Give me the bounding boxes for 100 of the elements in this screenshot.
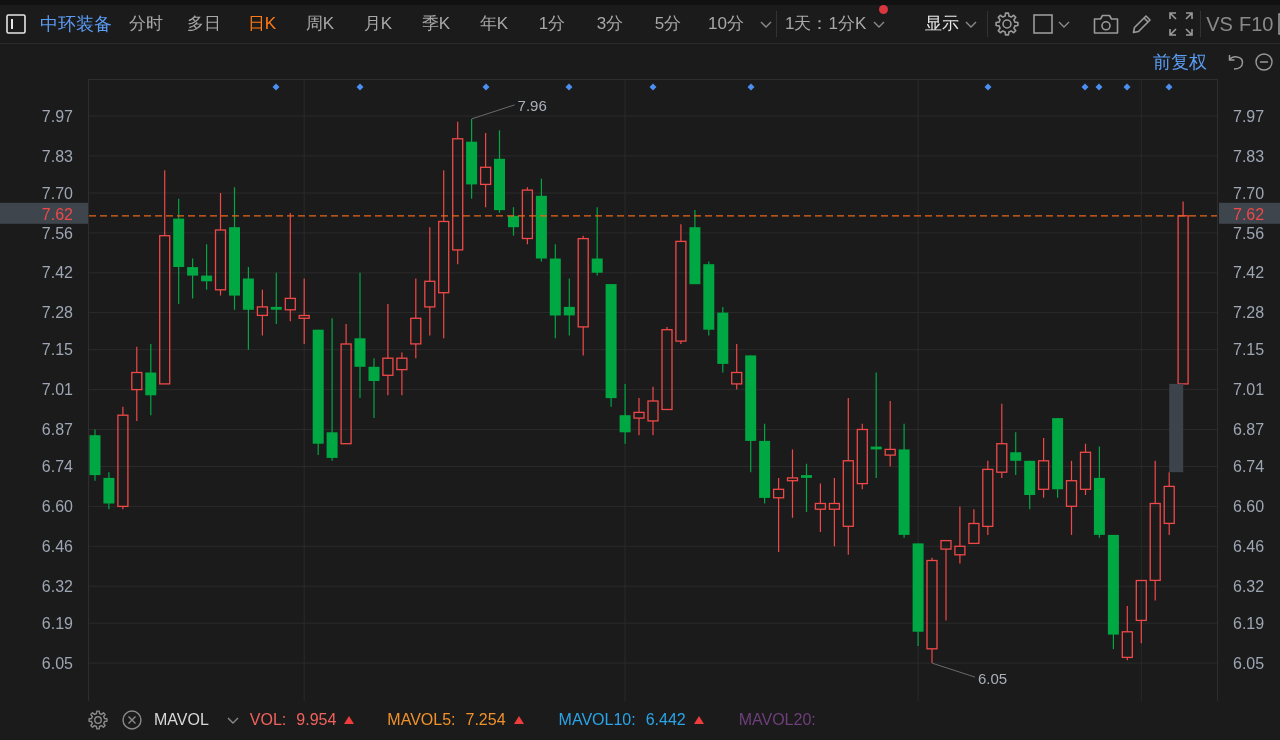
caret-icon[interactable] xyxy=(873,20,886,28)
period-tab[interactable]: 1分 xyxy=(523,14,581,34)
price-axis-label: 7.56 xyxy=(41,224,73,242)
price-axis-label: 6.32 xyxy=(41,577,73,595)
indicator-label: MAVOL10: xyxy=(558,710,636,730)
period-tab[interactable]: 月K xyxy=(349,14,407,34)
rising-candle xyxy=(256,289,269,336)
event-marker-icon[interactable] xyxy=(1095,83,1103,91)
price-axis-label: 7.42 xyxy=(1233,264,1265,282)
settings-icon[interactable] xyxy=(88,710,108,730)
event-marker-icon[interactable] xyxy=(1165,83,1173,91)
square-icon[interactable] xyxy=(1033,14,1054,34)
period-tab[interactable]: 季K xyxy=(407,14,465,34)
event-marker-icon[interactable] xyxy=(482,83,490,91)
falling-candle xyxy=(187,257,199,299)
rising-candle xyxy=(731,343,743,391)
period-tab[interactable]: 周K xyxy=(291,14,349,34)
event-marker-icon[interactable] xyxy=(1123,83,1131,91)
compare-button[interactable]: VS xyxy=(1206,14,1233,34)
rising-candle xyxy=(1037,437,1050,499)
price-axis-label: 7.97 xyxy=(1233,107,1265,125)
falling-candle xyxy=(368,357,380,419)
falling-candle xyxy=(270,272,282,325)
event-marker-icon[interactable] xyxy=(747,83,755,91)
caret-icon[interactable] xyxy=(965,20,978,28)
settings-icon[interactable] xyxy=(995,12,1020,36)
period-tab[interactable]: 分时 xyxy=(117,14,175,34)
falling-candle xyxy=(1024,460,1036,510)
price-axis-label: 6.87 xyxy=(1233,421,1265,439)
price-axis-label: 6.46 xyxy=(41,537,73,555)
falling-candle xyxy=(1010,431,1022,476)
price-axis-label: 6.19 xyxy=(1233,614,1265,632)
period-tab[interactable]: 3分 xyxy=(581,14,639,34)
fullscreen-icon[interactable] xyxy=(1168,11,1195,37)
rising-candle xyxy=(1135,579,1147,644)
price-axis-label: 7.01 xyxy=(41,381,73,399)
falling-candle xyxy=(563,277,575,336)
price-axis-label: 7.01 xyxy=(1233,381,1265,399)
rising-candle xyxy=(521,186,534,245)
indicator-value: 9.954 xyxy=(296,710,337,730)
price-axis-label: 7.56 xyxy=(1233,224,1265,242)
rising-candle xyxy=(1121,605,1133,661)
price-axis-label: 6.60 xyxy=(41,498,73,515)
rising-candle xyxy=(1163,471,1175,536)
f10-button[interactable]: F10 xyxy=(1238,14,1274,34)
price-axis-label: 7.70 xyxy=(41,184,73,202)
sidebar-toggle-icon[interactable] xyxy=(6,14,26,34)
price-axis-label: 7.70 xyxy=(1233,184,1265,202)
event-marker-icon[interactable] xyxy=(1081,83,1089,91)
indicator-label: VOL: xyxy=(249,710,287,730)
price-axis-label: 6.05 xyxy=(41,654,73,672)
price-adjustment-link[interactable]: 前复权 xyxy=(1153,51,1207,72)
falling-candle xyxy=(201,243,213,291)
rising-candle xyxy=(884,400,896,468)
rising-candle xyxy=(856,423,868,490)
price-axis-label: 6.74 xyxy=(1233,458,1265,476)
price-axis-label: 6.60 xyxy=(1233,498,1265,515)
rising-candle xyxy=(396,351,408,396)
event-marker-icon[interactable] xyxy=(649,83,657,91)
period-tab[interactable]: 年K xyxy=(465,14,523,34)
caret-icon[interactable] xyxy=(226,716,239,724)
price-axis-label: 6.32 xyxy=(1233,577,1265,595)
price-axis-label: 7.28 xyxy=(1233,304,1265,322)
pencil-icon[interactable] xyxy=(1131,13,1154,35)
rising-candle xyxy=(298,277,310,345)
high-price-label: 7.96 xyxy=(517,96,547,114)
rising-candle xyxy=(786,448,799,519)
last-price-tag: 7.62 xyxy=(1219,202,1280,224)
interval-dropdown[interactable]: 1天：1分K xyxy=(785,14,886,34)
event-marker-icon[interactable] xyxy=(565,83,573,91)
rising-candle xyxy=(647,386,659,436)
price-axis-label: 7.83 xyxy=(41,147,73,165)
indicator-dropdown[interactable]: MAVOL xyxy=(154,710,239,730)
price-axis-label: 7.42 xyxy=(41,264,73,282)
last-price-tag: 7.62 xyxy=(0,202,88,224)
price-axis-label: 7.15 xyxy=(1233,341,1265,359)
event-marker-icon[interactable] xyxy=(272,83,280,91)
falling-candle xyxy=(103,471,115,510)
event-marker-icon[interactable] xyxy=(984,83,992,91)
period-tab[interactable]: 日K xyxy=(233,14,291,34)
price-axis-label: 6.05 xyxy=(1233,654,1265,672)
display-dropdown[interactable]: 显示 xyxy=(925,14,978,34)
rising-candle xyxy=(968,508,980,545)
price-axis-label: 7.15 xyxy=(41,341,73,359)
price-axis-label: 6.19 xyxy=(41,614,73,632)
period-tab[interactable]: 多日 xyxy=(175,14,233,34)
event-marker-icon[interactable] xyxy=(356,83,364,91)
camera-icon[interactable] xyxy=(1093,13,1120,35)
falling-candle xyxy=(619,383,631,445)
period-tab[interactable]: 5分 xyxy=(639,14,697,34)
zoom-out-icon[interactable] xyxy=(1255,52,1273,71)
period-tab[interactable]: 10分 xyxy=(697,14,755,34)
caret-icon[interactable] xyxy=(1058,20,1071,28)
undo-icon[interactable] xyxy=(1227,52,1245,71)
price-axis-label: 6.87 xyxy=(41,421,73,439)
close-icon[interactable] xyxy=(122,710,142,730)
indicator-value: 7.254 xyxy=(465,710,506,730)
falling-candle xyxy=(89,428,101,482)
caret-icon[interactable] xyxy=(760,20,772,28)
indicator-label: MAVOL20: xyxy=(738,710,816,730)
